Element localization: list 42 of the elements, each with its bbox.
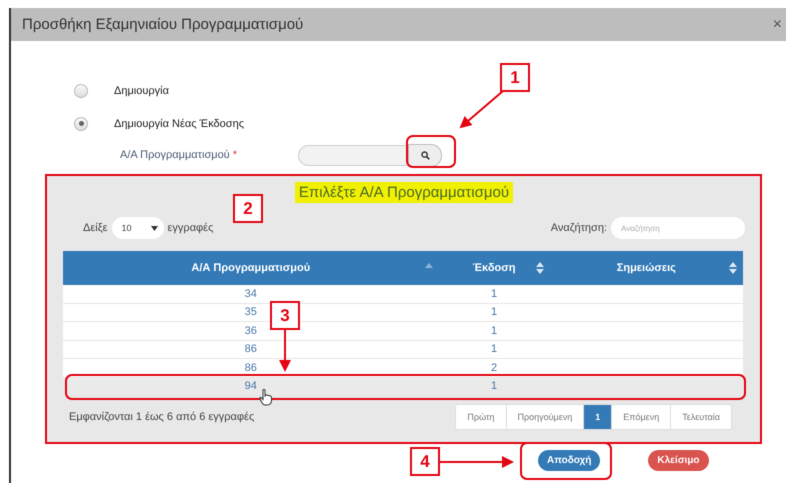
- column-header[interactable]: Έκδοση: [438, 251, 550, 285]
- column-header[interactable]: Α/Α Προγραμματισμού: [63, 251, 438, 285]
- close-button[interactable]: ×: [772, 16, 782, 34]
- radio-button[interactable]: [74, 84, 88, 98]
- table-cell: 1: [438, 340, 550, 358]
- table-cell: 1: [438, 322, 550, 340]
- show-label: Δείξε: [83, 222, 108, 234]
- table-cell[interactable]: 36: [63, 322, 438, 340]
- callout-number: 1: [500, 63, 530, 92]
- highlight-outline: [406, 135, 456, 168]
- search-button[interactable]: [408, 144, 442, 166]
- table-cell[interactable]: 86: [63, 340, 438, 358]
- arrow: [279, 330, 291, 372]
- option-label: Δημιουργία Νέας Έκδοσης: [114, 118, 244, 130]
- accept-button[interactable]: Αποδοχή: [538, 450, 600, 471]
- callout-number: 2: [233, 194, 263, 223]
- input-field[interactable]: [298, 144, 408, 166]
- table-cell: 1: [438, 303, 550, 322]
- page-link[interactable]: Πρώτη: [456, 405, 506, 429]
- entries-info: Εμφανίζονται 1 έως 6 από 6 εγγραφές: [69, 411, 254, 423]
- hand-cursor-icon: [259, 389, 273, 406]
- panel-title: Επιλέξτε Α/Α Προγραμματισμού: [294, 182, 514, 203]
- search-field[interactable]: Αναζήτηση: [611, 217, 745, 239]
- page-link[interactable]: 1: [583, 405, 612, 429]
- callout-number: 4: [410, 447, 440, 476]
- search-icon: [420, 150, 430, 160]
- column-header[interactable]: Σημειώσεις: [550, 251, 743, 285]
- page-size-select[interactable]: 10: [112, 217, 164, 239]
- search-label: Αναζήτηση:: [550, 222, 607, 234]
- page-link[interactable]: Τελευταία: [670, 405, 731, 429]
- table-cell: 1: [438, 285, 550, 303]
- page-link[interactable]: Επόμενη: [611, 405, 670, 429]
- close-dialog-button[interactable]: Κλείσιμο: [648, 450, 709, 471]
- radio-button[interactable]: [74, 116, 88, 130]
- window-title: Προσθήκη Εξαμηνιαίου Προγραμματισμού: [22, 16, 304, 33]
- callout-number: 3: [270, 301, 300, 330]
- caret-icon: [150, 226, 158, 230]
- option-label: Δημιουργία: [114, 84, 169, 96]
- entries-label: εγγραφές: [168, 222, 214, 234]
- table-cell[interactable]: 34: [63, 285, 438, 303]
- field-label: Α/Α Προγραμματισμού *: [120, 149, 238, 161]
- arrow: [459, 90, 504, 128]
